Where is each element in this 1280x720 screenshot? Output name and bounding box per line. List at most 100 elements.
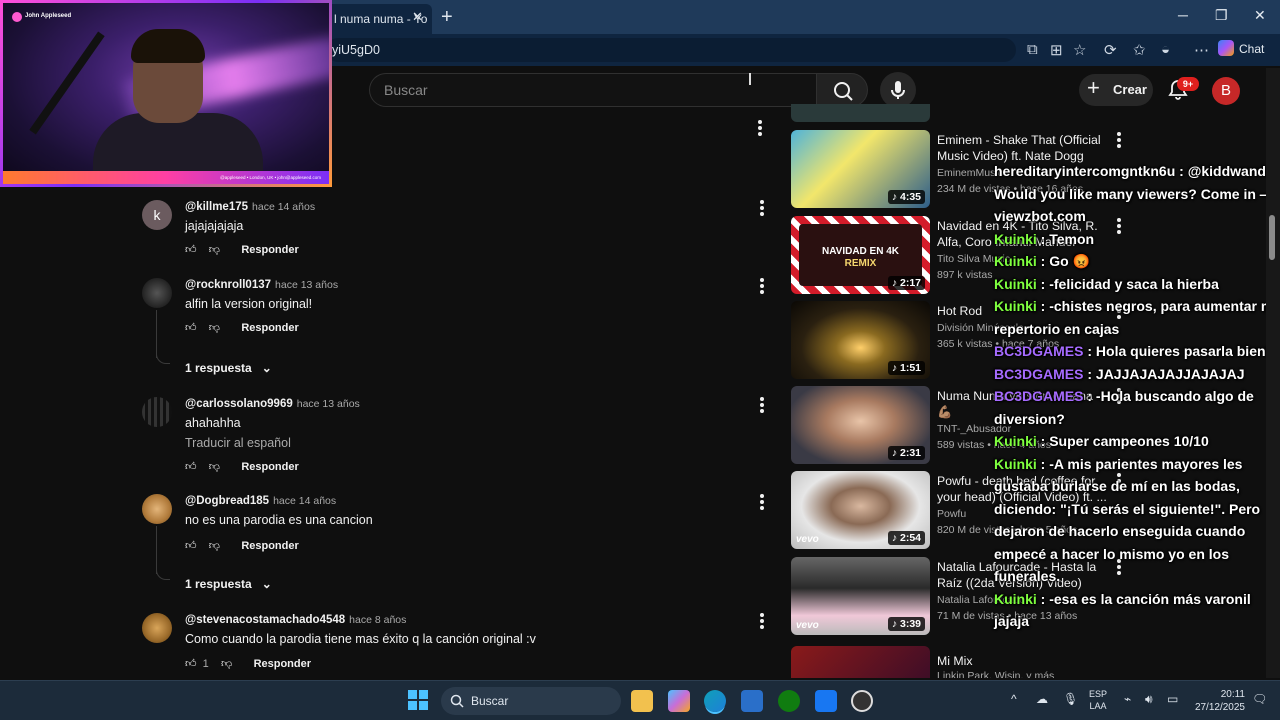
scrollbar-track[interactable]	[1266, 68, 1280, 678]
taskbar-clock[interactable]: 20:11 27/12/2025	[1191, 688, 1245, 714]
tray-chevron-icon[interactable]: ^	[1011, 692, 1017, 706]
reply-button[interactable]: Responder	[241, 244, 298, 256]
comment-menu-icon[interactable]	[760, 200, 764, 216]
dislike-icon[interactable]: 👎︎	[209, 243, 220, 256]
rec-previous-partial[interactable]	[791, 104, 1131, 122]
windows-start-icon[interactable]	[407, 689, 429, 711]
video-title[interactable]: Mi Mix	[937, 653, 1109, 669]
text-cursor	[749, 73, 751, 85]
dislike-icon[interactable]: 👎︎	[221, 657, 232, 670]
comment-1: k @killme175 hace 14 años jajajajajaja 👍︎…	[142, 200, 772, 262]
facebook-icon[interactable]	[815, 690, 837, 712]
new-tab-button[interactable]: +	[441, 6, 453, 29]
thumbnail[interactable]: NAVIDAD EN 4K REMIX ♪ 2:17	[791, 216, 930, 294]
channel-name[interactable]: Linkin Park, Wisin, y más	[937, 670, 1109, 678]
chat-username: Kuinki	[994, 253, 1037, 269]
translate-link[interactable]: Traducir al español	[185, 436, 291, 450]
comment-menu-icon[interactable]	[760, 613, 764, 629]
like-icon[interactable]: 👍︎	[185, 460, 197, 473]
favorites-icon[interactable]: ✩	[1133, 41, 1146, 59]
account-avatar[interactable]: B	[1212, 77, 1240, 105]
reply-button[interactable]: Responder	[241, 322, 298, 334]
avatar[interactable]: k	[142, 200, 172, 230]
comment-menu-icon[interactable]	[758, 120, 762, 136]
chat-text: : -chistes negros, para aumentar mi repe…	[994, 298, 1278, 337]
stream-chat-overlay: hereditaryintercomgntkn6u : @kiddwander …	[993, 160, 1280, 633]
copilot-app-icon[interactable]	[668, 690, 690, 712]
store-icon[interactable]	[741, 690, 763, 712]
replies-count: 1 respuesta	[185, 361, 252, 375]
thumbnail[interactable]	[791, 646, 930, 678]
copilot-chat-button[interactable]: Chat	[1218, 40, 1264, 56]
reply-button[interactable]: Responder	[241, 540, 298, 552]
replies-toggle[interactable]: 1 respuesta ⌄	[185, 361, 272, 375]
comment-author[interactable]: @rocknroll0137	[185, 279, 271, 291]
apps-icon[interactable]: ⊞	[1050, 41, 1063, 59]
video-menu-icon[interactable]	[1117, 132, 1121, 148]
avatar[interactable]	[142, 397, 172, 427]
like-icon[interactable]: 👍︎	[185, 321, 197, 334]
close-window-icon[interactable]: ✕	[1254, 7, 1266, 24]
profile-icon[interactable]: ◒	[1161, 41, 1170, 58]
avatar[interactable]	[142, 613, 172, 643]
thumbnail[interactable]	[791, 104, 930, 122]
thumbnail[interactable]: ♪ 1:51	[791, 301, 930, 379]
comment-author[interactable]: @stevenacostamachado4548	[185, 614, 345, 626]
xbox-icon[interactable]	[778, 690, 800, 712]
comment-menu-icon[interactable]	[760, 494, 764, 510]
reply-button[interactable]: Responder	[241, 461, 298, 473]
battery-icon[interactable]: ▭	[1167, 692, 1178, 706]
comment-time[interactable]: hace 14 años	[252, 201, 315, 213]
dislike-icon[interactable]: 👎︎	[209, 539, 220, 552]
like-icon[interactable]: 👍︎	[185, 539, 197, 552]
comment-time[interactable]: hace 8 años	[349, 614, 406, 626]
minimize-icon[interactable]: ─	[1178, 7, 1188, 23]
scrollbar-thumb[interactable]	[1269, 215, 1275, 260]
dislike-icon[interactable]: 👎︎	[209, 321, 220, 334]
recommendation-item[interactable]: Mi Mix Linkin Park, Wisin, y más	[791, 646, 1131, 678]
avatar[interactable]	[142, 494, 172, 524]
thumbnail[interactable]: ♪ 2:31	[791, 386, 930, 464]
chat-message: hereditaryintercomgntkn6u : @kiddwander …	[993, 160, 1280, 228]
webcam-footer: @appleseed • London, UK • john@appleseed…	[3, 171, 329, 184]
comment-time[interactable]: hace 13 años	[275, 279, 338, 291]
translate-icon[interactable]: ⧉	[1027, 41, 1038, 58]
replies-toggle[interactable]: 1 respuesta ⌄	[185, 577, 272, 591]
like-icon[interactable]: 👍︎	[185, 657, 197, 670]
comment-menu-icon[interactable]	[760, 397, 764, 413]
language-indicator[interactable]: ESP LAA	[1089, 688, 1107, 712]
comment-author[interactable]: @Dogbread185	[185, 495, 269, 507]
volume-icon[interactable]: 🔊︎	[1145, 692, 1153, 707]
cloud-icon[interactable]: ☁	[1036, 692, 1048, 706]
comment-time[interactable]: hace 14 años	[273, 495, 336, 507]
more-menu-icon[interactable]: ⋯	[1194, 41, 1209, 59]
avatar[interactable]	[142, 278, 172, 308]
maximize-icon[interactable]: ❐	[1215, 7, 1228, 24]
thumbnail[interactable]: vevo ♪ 2:54	[791, 471, 930, 549]
voice-search-button[interactable]	[880, 72, 916, 108]
language-code: ESP	[1089, 689, 1108, 699]
comment-author[interactable]: @carlossolano9969	[185, 398, 293, 410]
chat-message: Kuinki : -felicidad y saca la hierba	[993, 273, 1280, 296]
like-icon[interactable]: 👍︎	[185, 243, 197, 256]
comment-2: @rocknroll0137 hace 13 años alfin la vers…	[142, 278, 772, 340]
app-icon[interactable]	[851, 690, 873, 712]
favorite-star-icon[interactable]: ☆	[1073, 41, 1086, 59]
notification-center-icon[interactable]: 🗨︎	[1252, 692, 1267, 706]
comment-menu-icon[interactable]	[760, 278, 764, 294]
file-explorer-icon[interactable]	[631, 690, 653, 712]
edge-browser-icon[interactable]	[704, 690, 726, 712]
reply-button[interactable]: Responder	[254, 658, 311, 670]
taskbar-search[interactable]: Buscar	[441, 687, 621, 715]
network-icon[interactable]: ⌁	[1124, 692, 1131, 706]
comment-author[interactable]: @killme175	[185, 201, 248, 213]
thumbnail[interactable]: vevo ♪ 3:39	[791, 557, 930, 635]
extension-icon[interactable]: ⟳	[1104, 41, 1117, 59]
tab-close-icon[interactable]: ✕	[412, 9, 423, 25]
mic-tray-icon[interactable]: 🎙︎	[1063, 692, 1078, 706]
comment-time[interactable]: hace 13 años	[297, 398, 360, 410]
thumbnail[interactable]: ♪ 4:35	[791, 130, 930, 208]
url-field[interactable]: yiU5gD0	[326, 38, 1016, 62]
search-button[interactable]	[816, 73, 868, 107]
dislike-icon[interactable]: 👎︎	[209, 460, 220, 473]
